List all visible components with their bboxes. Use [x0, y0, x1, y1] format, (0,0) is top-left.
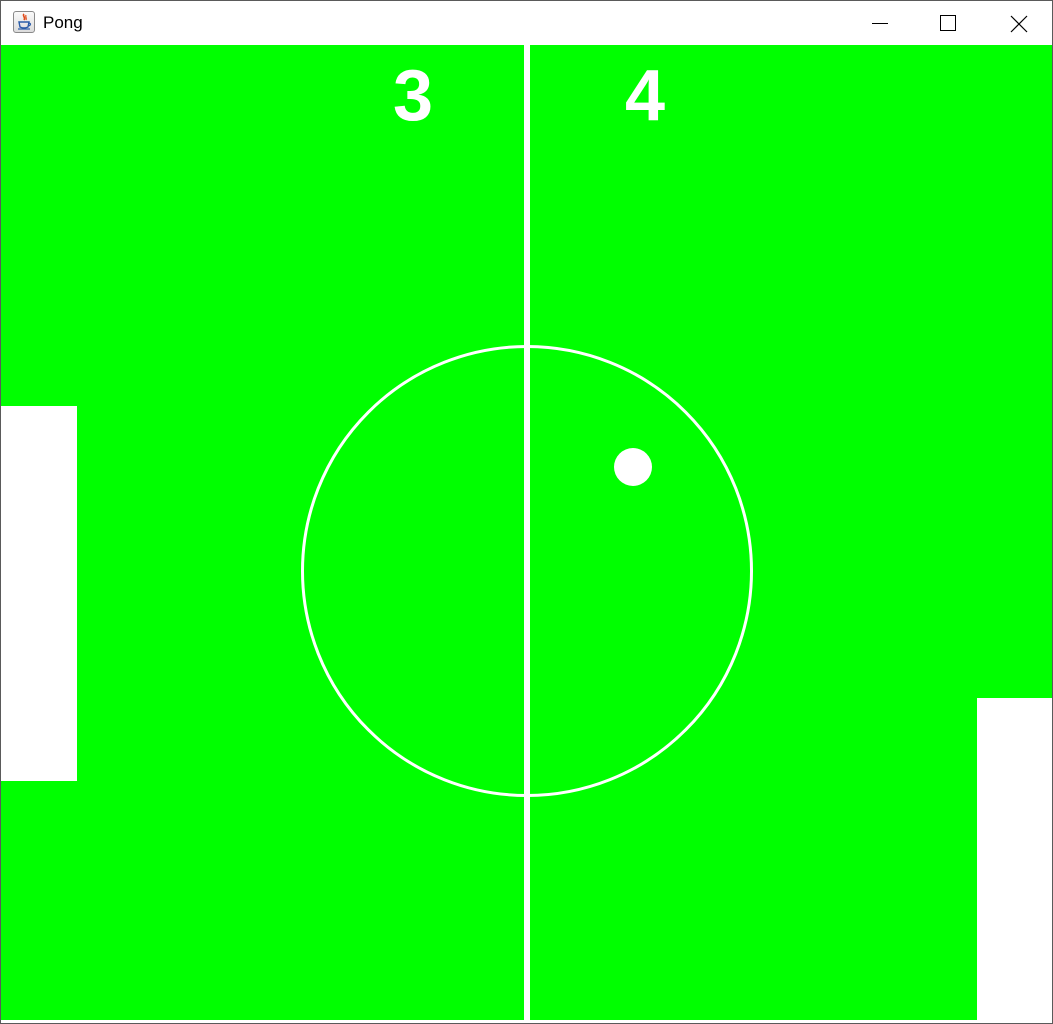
game-field[interactable]: 3 4: [1, 45, 1052, 1020]
minimize-button[interactable]: [846, 1, 914, 45]
maximize-icon: [940, 15, 956, 31]
close-button[interactable]: [984, 1, 1052, 45]
maximize-button[interactable]: [914, 1, 982, 45]
title-bar[interactable]: Pong: [1, 1, 1052, 45]
pong-window: Pong 3 4: [0, 0, 1053, 1024]
ball: [614, 448, 652, 486]
close-icon: [1010, 15, 1028, 33]
center-circle: [301, 345, 753, 797]
window-title: Pong: [43, 13, 83, 32]
minimize-icon: [872, 23, 888, 24]
score-right: 4: [624, 56, 666, 136]
score-left: 3: [392, 56, 434, 136]
left-paddle[interactable]: [1, 406, 77, 781]
right-paddle[interactable]: [977, 698, 1052, 1020]
java-cup-icon: [13, 11, 35, 33]
